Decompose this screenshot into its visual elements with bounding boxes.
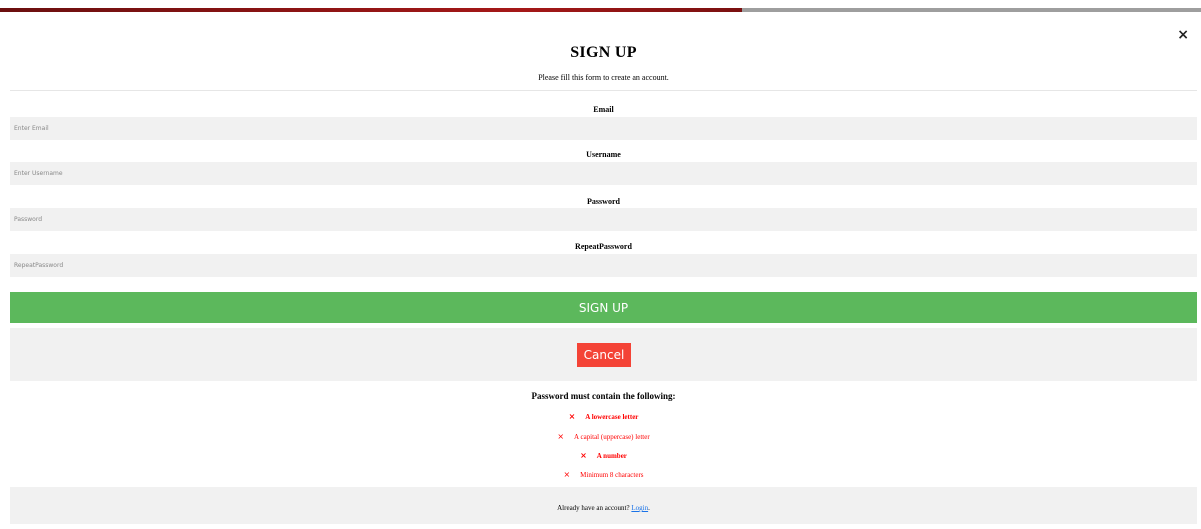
- top-progress-fill: [0, 8, 742, 12]
- password-input[interactable]: [10, 208, 1197, 231]
- close-icon[interactable]: ×: [1177, 28, 1189, 42]
- cross-icon: ×: [568, 412, 576, 421]
- footer-suffix: .: [648, 504, 650, 512]
- rule-text: Minimum 8 characters: [580, 471, 644, 479]
- rule-lowercase: × A lowercase letter: [10, 412, 1197, 421]
- repeat-password-input[interactable]: [10, 254, 1197, 277]
- username-input[interactable]: [10, 162, 1197, 185]
- rule-text: A number: [596, 452, 627, 460]
- footer-text: Already have an account?: [557, 504, 630, 512]
- password-rules-title: Password must contain the following:: [531, 391, 676, 401]
- cross-icon: ×: [557, 432, 565, 441]
- rule-min-length: × Minimum 8 characters: [10, 470, 1197, 479]
- rule-text: A lowercase letter: [585, 413, 639, 421]
- repeat-password-label: RepeatPassword: [575, 242, 632, 251]
- username-label: Username: [586, 150, 621, 159]
- rule-text: A capital (uppercase) letter: [574, 433, 650, 441]
- email-label: Email: [593, 105, 614, 114]
- cross-icon: ×: [580, 451, 587, 460]
- password-label: Password: [587, 197, 620, 206]
- top-progress-bar: [0, 8, 1201, 12]
- divider: [10, 90, 1197, 91]
- cancel-button[interactable]: Cancel: [577, 343, 631, 367]
- form-subtitle: Please fill this form to create an accou…: [538, 73, 669, 82]
- cross-icon: ×: [563, 470, 571, 479]
- rule-number: × A number: [10, 451, 1197, 460]
- signup-button[interactable]: SIGN UP: [10, 292, 1197, 323]
- page-title: SIGN UP: [570, 44, 637, 61]
- login-link[interactable]: Login: [631, 504, 648, 512]
- email-input[interactable]: [10, 117, 1197, 140]
- signin-footer: Already have an account? Login.: [10, 487, 1197, 524]
- cancel-area: Cancel: [10, 328, 1197, 381]
- rule-uppercase: × A capital (uppercase) letter: [10, 432, 1197, 441]
